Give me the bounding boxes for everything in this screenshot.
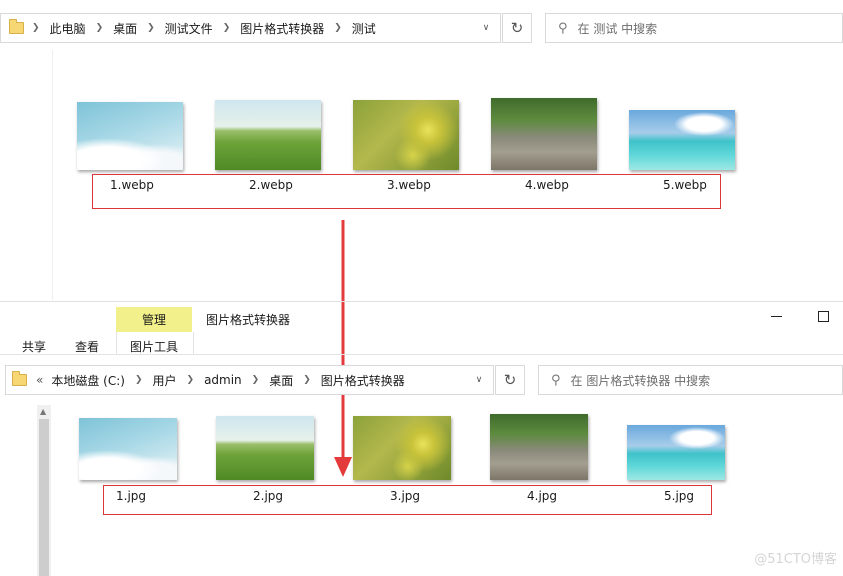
manage-tab-label: 管理: [141, 313, 166, 327]
top-search-input[interactable]: ⚲ 在 测试 中搜索: [545, 13, 843, 43]
tab-picture-tools[interactable]: 图片工具: [130, 338, 178, 355]
chevron-down-icon[interactable]: ∨: [465, 366, 493, 394]
breadcrumb-this-pc[interactable]: 此电脑: [50, 20, 86, 37]
thumbnail-1-jpg[interactable]: [79, 418, 177, 480]
annotation-box-jpg: [103, 485, 712, 515]
breadcrumb-test-files[interactable]: 测试文件: [165, 20, 213, 37]
thumbnail-5-webp[interactable]: [629, 110, 735, 170]
breadcrumb-local-disk[interactable]: 本地磁盘 (C:): [51, 372, 125, 389]
annotation-box-webp: [92, 174, 721, 209]
bottom-search-input[interactable]: ⚲ 在 图片格式转换器 中搜索: [538, 365, 843, 395]
chevron-right-icon: ❯: [186, 375, 195, 385]
thumbnail-1-webp[interactable]: [77, 102, 183, 170]
breadcrumb-converter[interactable]: 图片格式转换器: [240, 20, 324, 37]
ribbon-divider: [0, 354, 843, 355]
breadcrumb-users[interactable]: 用户: [153, 372, 177, 389]
chevron-down-icon[interactable]: ∨: [472, 14, 500, 42]
search-icon: ⚲: [551, 372, 561, 388]
chevron-right-icon: ❯: [147, 23, 155, 33]
breadcrumb-admin[interactable]: admin: [204, 373, 242, 387]
minimize-icon[interactable]: [771, 316, 782, 317]
breadcrumb-overflow[interactable]: «: [36, 373, 43, 387]
chevron-right-icon: ❯: [251, 375, 260, 385]
window-separator: [0, 301, 843, 302]
search-icon: ⚲: [558, 20, 568, 36]
scroll-thumb[interactable]: [39, 419, 49, 576]
thumbnail-4-jpg[interactable]: [490, 414, 588, 480]
chevron-right-icon: ❯: [222, 23, 231, 33]
thumbnail-3-webp[interactable]: [353, 100, 459, 170]
tab-share[interactable]: 共享: [22, 338, 46, 355]
top-address-bar[interactable]: ❯ 此电脑 ❯ 桌面 ❯ 测试文件 ❯ 图片格式转换器 ❯ 测试 ∨: [0, 13, 501, 43]
nav-scrollbar[interactable]: ▲: [37, 405, 51, 576]
search-placeholder: 在 测试 中搜索: [577, 21, 658, 36]
folder-icon: [12, 371, 27, 386]
watermark: @51CTO博客: [754, 552, 837, 567]
tab-view[interactable]: 查看: [75, 338, 99, 355]
nav-pane-divider: [52, 50, 53, 300]
manage-tab[interactable]: 管理: [116, 307, 192, 332]
breadcrumb-converter[interactable]: 图片格式转换器: [321, 372, 405, 389]
thumbnail-2-webp[interactable]: [215, 100, 321, 170]
maximize-icon[interactable]: [818, 311, 829, 322]
refresh-icon: ↻: [510, 19, 524, 37]
breadcrumb-test[interactable]: 测试: [352, 20, 376, 37]
breadcrumb-desktop[interactable]: 桌面: [113, 20, 137, 37]
chevron-right-icon: ❯: [303, 375, 311, 385]
breadcrumb-desktop[interactable]: 桌面: [269, 372, 293, 389]
folder-icon: [9, 19, 24, 34]
bottom-address-bar[interactable]: « 本地磁盘 (C:) ❯ 用户 ❯ admin ❯ 桌面 ❯ 图片格式转换器 …: [5, 365, 494, 395]
window-title: 图片格式转换器: [206, 313, 291, 327]
chevron-right-icon: ❯: [134, 375, 143, 385]
chevron-right-icon: ❯: [334, 23, 342, 33]
scroll-up-icon[interactable]: ▲: [40, 407, 46, 416]
thumbnail-2-jpg[interactable]: [216, 416, 314, 480]
thumbnail-5-jpg[interactable]: [627, 425, 725, 480]
refresh-button[interactable]: ↻: [495, 365, 525, 395]
chevron-right-icon: ❯: [95, 23, 104, 33]
thumbnail-3-jpg[interactable]: [353, 416, 451, 480]
refresh-icon: ↻: [503, 371, 517, 389]
refresh-button[interactable]: ↻: [502, 13, 532, 43]
search-placeholder: 在 图片格式转换器 中搜索: [570, 373, 711, 388]
chevron-right-icon: ❯: [32, 23, 40, 33]
thumbnail-4-webp[interactable]: [491, 98, 597, 170]
